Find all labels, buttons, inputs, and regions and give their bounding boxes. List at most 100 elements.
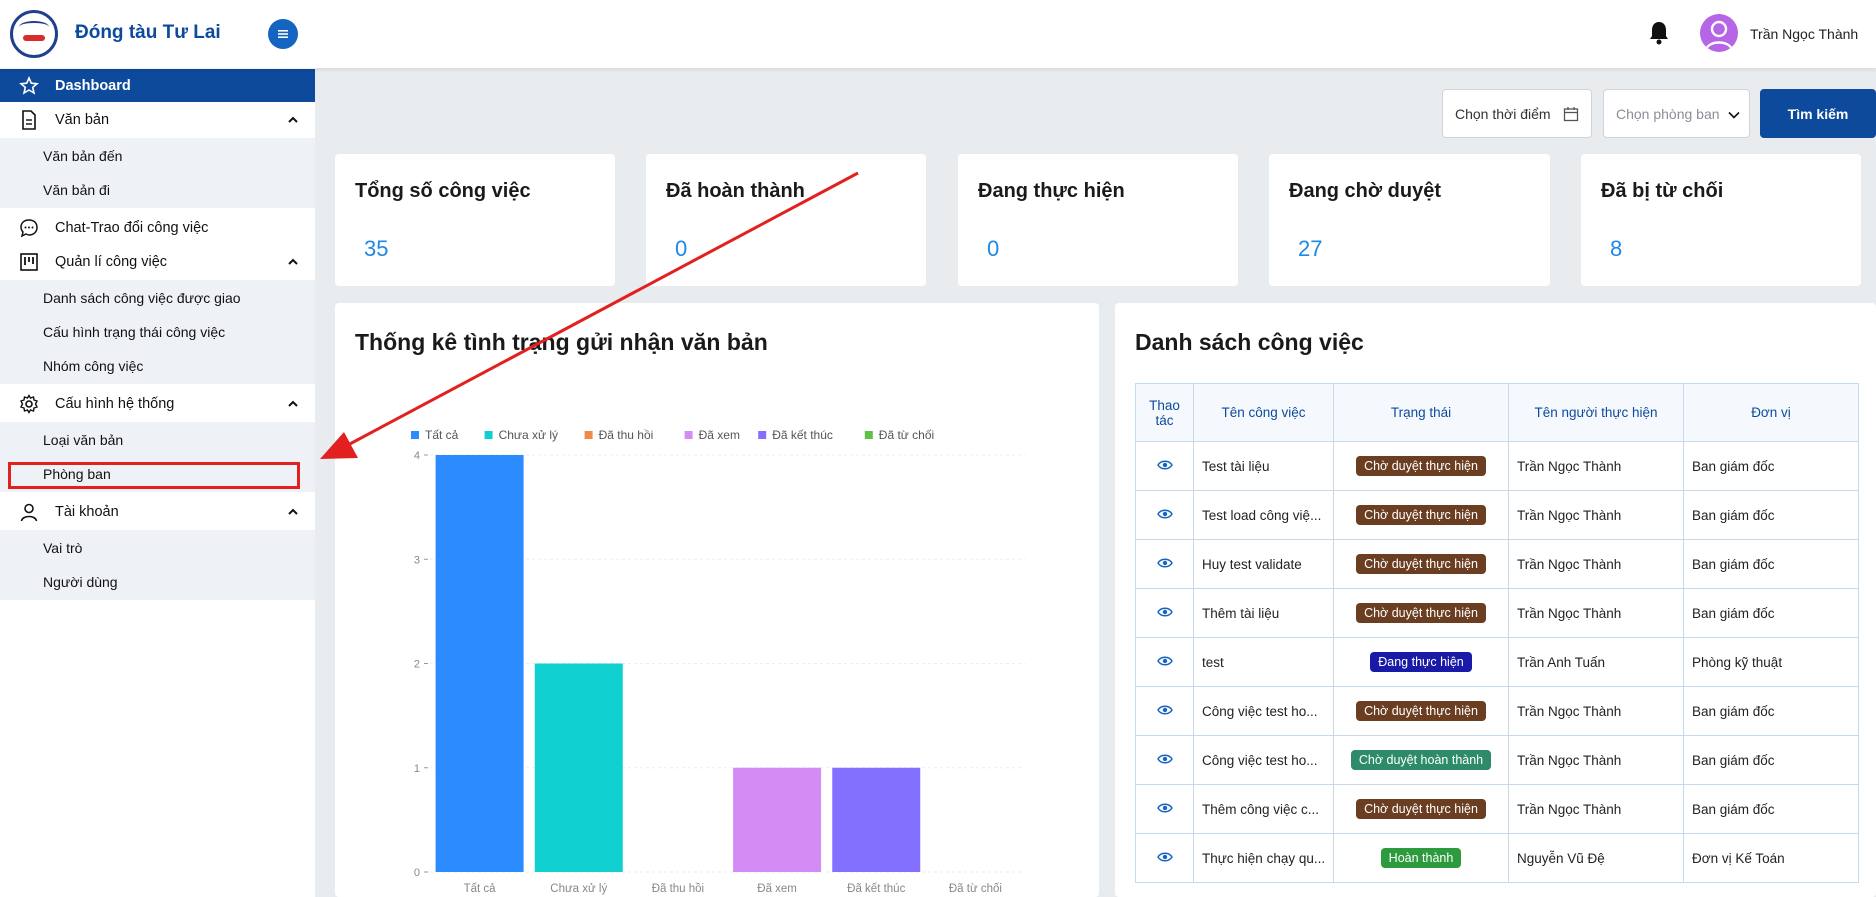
task-name-cell: Test load công việ... bbox=[1193, 490, 1334, 540]
task-name-cell: Test tài liệu bbox=[1193, 441, 1334, 491]
table-row[interactable]: Test load công việ... Chờ duyệt thực hiện… bbox=[1135, 490, 1859, 540]
legend-label[interactable]: Tất cả bbox=[425, 428, 459, 442]
legend-label[interactable]: Đã xem bbox=[699, 428, 740, 442]
stat-card-title: Đang chờ duyệt bbox=[1289, 180, 1442, 202]
status-cell: Chờ duyệt thực hiện bbox=[1333, 490, 1509, 540]
x-tick-label: Đã từ chối bbox=[949, 883, 1002, 895]
status-cell: Chờ duyệt thực hiện bbox=[1333, 588, 1509, 638]
sidebar-subitem-nguoi-dung[interactable]: Người dùng bbox=[43, 574, 118, 590]
column-header-line: Thao bbox=[1149, 397, 1180, 413]
user-avatar[interactable] bbox=[1700, 14, 1738, 52]
status-cell: Chờ duyệt thực hiện bbox=[1333, 784, 1509, 834]
legend-label[interactable]: Đã từ chối bbox=[879, 428, 934, 442]
table-row[interactable]: Huy test validate Chờ duyệt thực hiện Trần… bbox=[1135, 539, 1859, 589]
table-row[interactable]: Công việc test ho... Chờ duyệt thực hiện T… bbox=[1135, 686, 1859, 736]
legend-label[interactable]: Chưa xử lý bbox=[499, 428, 558, 442]
chart-bar[interactable] bbox=[832, 767, 921, 872]
eye-icon[interactable] bbox=[1156, 606, 1173, 618]
eye-icon[interactable] bbox=[1156, 459, 1173, 471]
person-cell: Trần Ngọc Thành bbox=[1508, 735, 1684, 785]
person-cell: Trần Ngọc Thành bbox=[1508, 784, 1684, 834]
sidebar-item-label: Chat-Trao đổi công việc bbox=[55, 219, 209, 236]
stat-card-pending: Đang chờ duyệt 27 bbox=[1269, 154, 1550, 286]
sidebar-subitem-vai-tro[interactable]: Vai trò bbox=[43, 540, 82, 556]
stat-card-in-progress: Đang thực hiện 0 bbox=[958, 154, 1238, 286]
menu-toggle-button[interactable] bbox=[268, 19, 298, 49]
sidebar-item-cau-hinh-he-thong[interactable]: Cấu hình hệ thống bbox=[0, 387, 315, 420]
status-badge: Đang thực hiện bbox=[1370, 652, 1472, 672]
date-picker-input[interactable]: Chọn thời điểm bbox=[1442, 89, 1592, 138]
sidebar-item-van-ban[interactable]: Văn bản bbox=[0, 103, 315, 136]
view-action-cell bbox=[1135, 686, 1194, 736]
kanban-icon bbox=[18, 251, 40, 273]
column-header-nguoi-thuc-hien[interactable]: Tên người thực hiện bbox=[1508, 383, 1684, 442]
status-cell: Chờ duyệt thực hiện bbox=[1333, 686, 1509, 736]
chart-bar[interactable] bbox=[435, 455, 524, 872]
y-tick-label: 2 bbox=[414, 659, 420, 671]
unit-cell: Ban giám đốc bbox=[1683, 539, 1859, 589]
sidebar-subitem-danh-sach-cong-viec[interactable]: Danh sách công việc được giao bbox=[43, 290, 241, 306]
stat-card-total: Tổng số công việc 35 bbox=[335, 154, 615, 286]
sidebar-subgroup-tai-khoan: Vai trò Người dùng bbox=[0, 530, 315, 600]
chevron-down-icon bbox=[1728, 111, 1740, 119]
eye-icon[interactable] bbox=[1156, 704, 1173, 716]
task-list-panel: Danh sách công việc Thao tác Tên công việ… bbox=[1115, 303, 1876, 897]
chart-bar[interactable] bbox=[733, 767, 822, 872]
chevron-up-icon bbox=[288, 508, 298, 515]
status-cell: Chờ duyệt hoàn thành bbox=[1333, 735, 1509, 785]
table-row[interactable]: Test tài liệu Chờ duyệt thực hiện Trần Ngọ… bbox=[1135, 441, 1859, 491]
sidebar-subitem-cau-hinh-trang-thai[interactable]: Cấu hình trạng thái công việc bbox=[43, 324, 225, 340]
status-badge: Chờ duyệt thực hiện bbox=[1356, 456, 1486, 476]
sidebar-item-chat[interactable]: Chat-Trao đổi công việc bbox=[0, 211, 315, 244]
table-row[interactable]: Thêm tài liệu Chờ duyệt thực hiện Trần Ngọ… bbox=[1135, 588, 1859, 638]
status-bar-chart: Tất cả Chưa xử lý Đã thu hồi Đã xem Đã kết t… bbox=[411, 428, 1025, 895]
status-cell: Đang thực hiện bbox=[1333, 637, 1509, 687]
sidebar-subitem-nhom-cong-viec[interactable]: Nhóm công việc bbox=[43, 358, 143, 374]
sidebar-subitem-van-ban-di[interactable]: Văn bản đi bbox=[43, 182, 110, 198]
eye-icon[interactable] bbox=[1156, 851, 1173, 863]
eye-icon[interactable] bbox=[1156, 753, 1173, 765]
legend-label[interactable]: Đã kết thúc bbox=[772, 428, 833, 442]
user-name[interactable]: Trần Ngọc Thành bbox=[1750, 26, 1858, 42]
legend-swatch bbox=[484, 431, 493, 439]
y-tick-label: 1 bbox=[414, 763, 420, 775]
table-row[interactable]: test Đang thực hiện Trần Anh Tuấn Phòng kỹ … bbox=[1135, 637, 1859, 687]
notification-bell-icon[interactable] bbox=[1647, 20, 1671, 46]
x-tick-label: Đã xem bbox=[757, 883, 797, 895]
task-table: Thao tác Tên công việc Trạng thái Tên ngư… bbox=[1135, 383, 1859, 883]
column-header-trang-thai[interactable]: Trạng thái bbox=[1333, 383, 1509, 442]
legend-label[interactable]: Đã thu hồi bbox=[599, 428, 654, 442]
person-cell: Trần Ngọc Thành bbox=[1508, 686, 1684, 736]
column-header-don-vi[interactable]: Đơn vị bbox=[1683, 383, 1859, 442]
eye-icon[interactable] bbox=[1156, 508, 1173, 520]
person-cell: Trần Ngọc Thành bbox=[1508, 441, 1684, 491]
sidebar-item-label: Tài khoản bbox=[55, 503, 119, 520]
status-cell: Chờ duyệt thực hiện bbox=[1333, 539, 1509, 589]
top-header: Đóng tàu Tư Lai Trần Ngọc Thành bbox=[0, 0, 1876, 68]
sidebar-subitem-loai-van-ban[interactable]: Loại văn bản bbox=[43, 432, 123, 448]
date-picker-placeholder: Chọn thời điểm bbox=[1455, 106, 1551, 122]
sidebar-item-tai-khoan[interactable]: Tài khoản bbox=[0, 495, 315, 528]
sidebar-subgroup-quan-li-cong-viec: Danh sách công việc được giao Cấu hình t… bbox=[0, 280, 315, 384]
sidebar-subitem-van-ban-den[interactable]: Văn bản đến bbox=[43, 148, 122, 164]
column-header-ten-cong-viec[interactable]: Tên công việc bbox=[1193, 383, 1334, 442]
department-select[interactable]: Chọn phòng ban bbox=[1603, 89, 1750, 138]
table-row[interactable]: Thêm công việc c... Chờ duyệt thực hiện Tr… bbox=[1135, 784, 1859, 834]
table-row[interactable]: Thực hiện chạy qu... Hoàn thành Nguyễn Vũ … bbox=[1135, 833, 1859, 883]
sidebar-item-dashboard[interactable]: Dashboard bbox=[0, 69, 315, 102]
chart-bar[interactable] bbox=[534, 663, 623, 873]
eye-icon[interactable] bbox=[1156, 802, 1173, 814]
status-badge: Chờ duyệt thực hiện bbox=[1356, 701, 1486, 721]
eye-icon[interactable] bbox=[1156, 557, 1173, 569]
table-row[interactable]: Công việc test ho... Chờ duyệt hoàn thành… bbox=[1135, 735, 1859, 785]
app-title[interactable]: Đóng tàu Tư Lai bbox=[75, 22, 221, 44]
sidebar-item-quan-li-cong-viec[interactable]: Quản lí công việc bbox=[0, 245, 315, 278]
document-icon bbox=[18, 109, 40, 131]
search-button[interactable]: Tìm kiếm bbox=[1760, 89, 1876, 138]
eye-icon[interactable] bbox=[1156, 655, 1173, 667]
task-name-cell: Huy test validate bbox=[1193, 539, 1334, 589]
task-name-cell: Công việc test ho... bbox=[1193, 686, 1334, 736]
chevron-up-icon bbox=[288, 400, 298, 407]
view-action-cell bbox=[1135, 735, 1194, 785]
company-logo[interactable] bbox=[10, 10, 58, 58]
